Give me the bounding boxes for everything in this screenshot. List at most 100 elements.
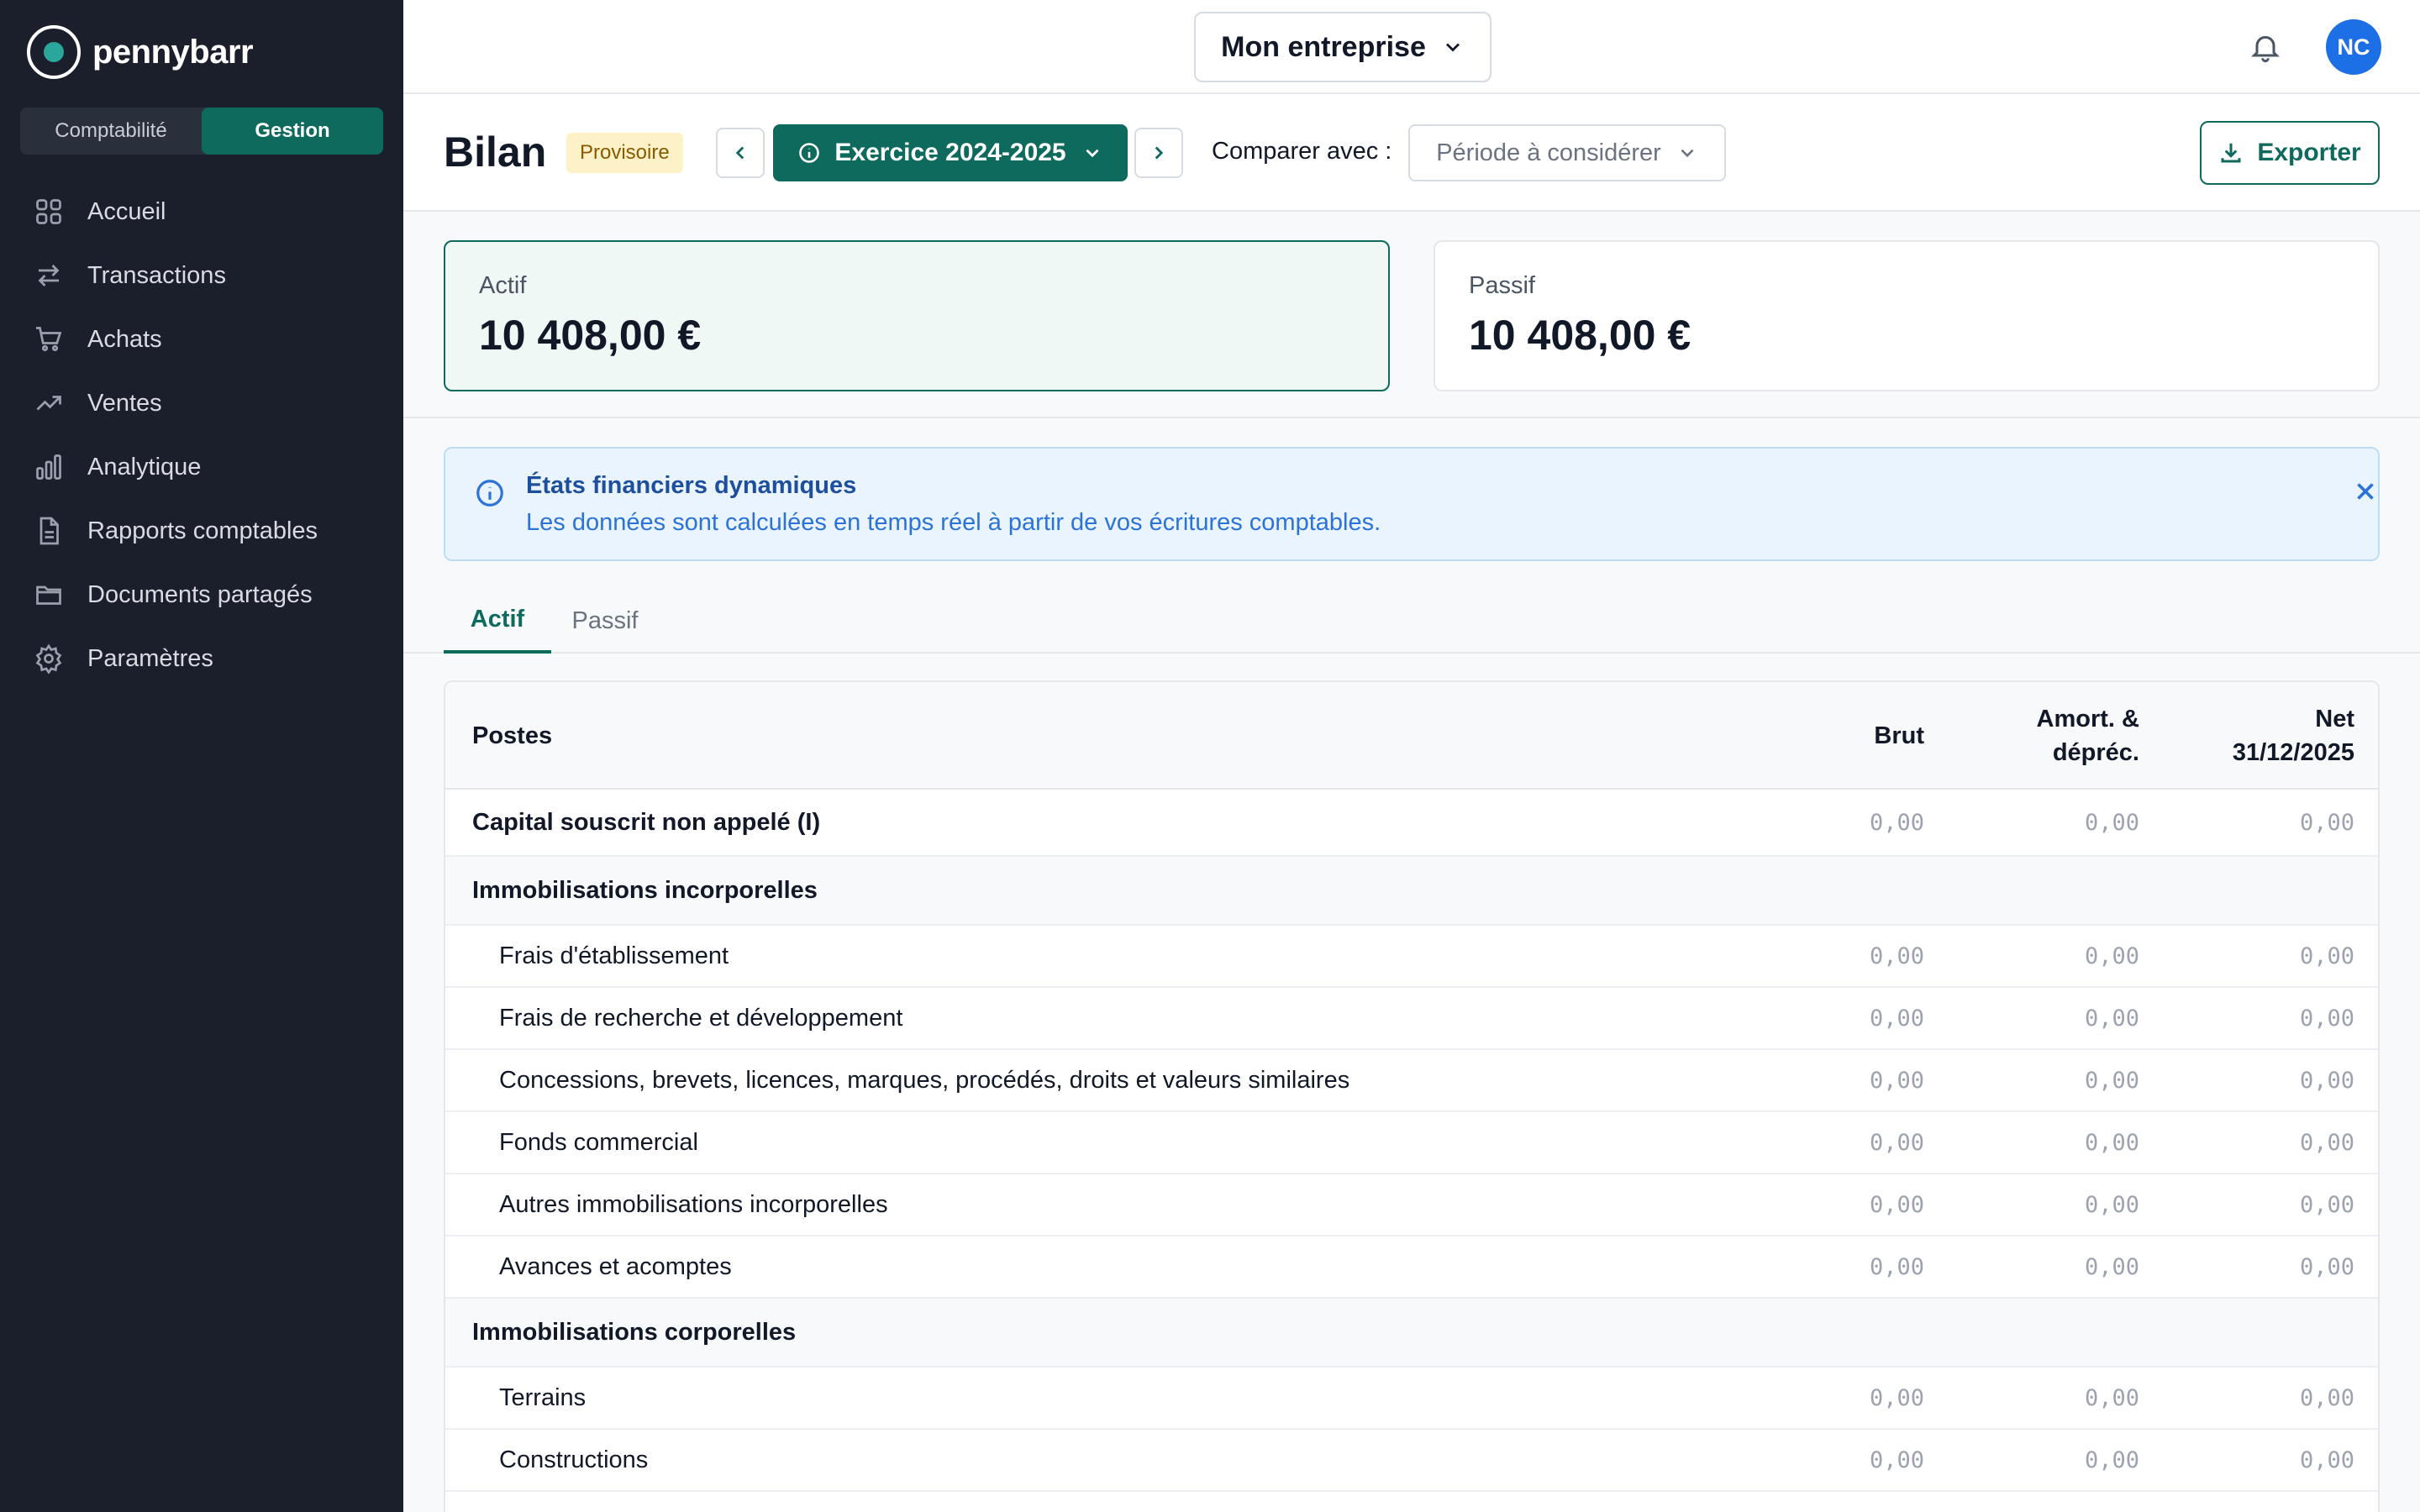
tab-actif[interactable]: Actif — [444, 588, 551, 654]
column-net: Net 31/12/2025 — [2233, 702, 2354, 769]
table-row: Capital souscrit non appelé (I) 0,00 0,00 0… — [445, 790, 2378, 857]
passif-value: 10 408,00 € — [1469, 312, 1691, 359]
logo-icon — [27, 25, 81, 79]
bar-chart-icon — [36, 454, 61, 480]
row-label: Avances et acomptes — [499, 1252, 732, 1280]
compare-label: Comparer avec : — [1212, 138, 1392, 165]
notifications-button[interactable] — [2249, 30, 2282, 64]
row-label: Fonds commercial — [499, 1128, 698, 1156]
exercise-selector[interactable]: Exercice 2024-2025 — [773, 124, 1128, 181]
brand-name: pennybarr — [92, 33, 254, 71]
column-net-line1: Net — [2315, 706, 2354, 732]
sidebar-item-accueil[interactable]: Accueil — [34, 180, 318, 244]
sidebar-item-label: Achats — [87, 325, 162, 353]
brand-logo[interactable]: pennybarr — [27, 25, 254, 79]
export-label: Exporter — [2257, 139, 2361, 166]
grid-icon — [36, 199, 61, 224]
table-row: Avances et acomptes 0,00 0,00 0,00 — [445, 1236, 2378, 1299]
info-banner-title: États financiers dynamiques — [526, 472, 857, 499]
table-body: Capital souscrit non appelé (I) 0,00 0,00 0… — [445, 790, 2378, 1492]
page-header: Bilan Provisoire Exercice 2024-2025 Comp… — [403, 94, 2420, 212]
main-content: Actif 10 408,00 € Passif 10 408,00 € Éta… — [403, 212, 2420, 1512]
cart-icon — [36, 327, 62, 352]
row-label: Terrains — [499, 1383, 587, 1411]
sidebar-item-label: Transactions — [87, 261, 226, 289]
chevron-left-icon — [735, 146, 744, 160]
folder-icon — [36, 585, 61, 605]
tab-passif[interactable]: Passif — [556, 588, 654, 654]
chevron-down-icon — [1445, 43, 1460, 52]
sidebar-item-label: Rapports comptables — [87, 517, 318, 544]
gear-icon — [35, 643, 62, 674]
cell-brut: 0,00 — [1869, 1253, 1924, 1280]
cell-amort: 0,00 — [2084, 942, 2139, 969]
chevron-down-icon — [1681, 149, 1694, 158]
export-button[interactable]: Exporter — [2200, 121, 2380, 185]
info-banner-text: Les données sont calculées en temps réel… — [526, 509, 1381, 536]
cell-brut: 0,00 — [1869, 1446, 1924, 1473]
column-amort-line1: Amort. & — [2036, 706, 2139, 732]
sidebar: pennybarr Comptabilité Gestion Accueil T… — [0, 0, 403, 1512]
sidebar-item-documents[interactable]: Documents partagés — [34, 563, 318, 627]
sidebar-item-rapports[interactable]: Rapports comptables — [34, 499, 318, 563]
download-icon — [2221, 143, 2241, 163]
row-label: Frais d'établissement — [499, 942, 729, 969]
cell-net: 0,00 — [2299, 1129, 2354, 1156]
table-row: Fonds commercial 0,00 0,00 0,00 — [445, 1112, 2378, 1174]
column-postes: Postes — [472, 722, 553, 749]
sidebar-nav: Accueil Transactions Achats Ventes Analy… — [34, 180, 318, 690]
status-badge: Provisoire — [566, 133, 683, 173]
info-banner: États financiers dynamiques Les données … — [444, 447, 2380, 561]
document-icon — [39, 517, 59, 545]
avatar[interactable]: NC — [2326, 19, 2381, 75]
mode-switch: Comptabilité Gestion — [20, 108, 383, 155]
table-row: Constructions 0,00 0,00 0,00 — [445, 1430, 2378, 1492]
cell-amort: 0,00 — [2084, 809, 2139, 836]
mode-comptabilite[interactable]: Comptabilité — [20, 108, 202, 155]
table-row: Autres immobilisations incorporelles 0,00… — [445, 1174, 2378, 1236]
next-period-button[interactable] — [1134, 128, 1183, 178]
cell-net: 0,00 — [2299, 1446, 2354, 1473]
divider — [403, 417, 2420, 418]
passif-label: Passif — [1469, 272, 1535, 299]
sidebar-item-analytique[interactable]: Analytique — [34, 435, 318, 499]
sidebar-item-parametres[interactable]: Paramètres — [34, 627, 318, 690]
mode-gestion[interactable]: Gestion — [202, 108, 383, 155]
sidebar-item-ventes[interactable]: Ventes — [34, 371, 318, 435]
table-row: Concessions, brevets, licences, marques,… — [445, 1050, 2378, 1112]
sidebar-item-transactions[interactable]: Transactions — [34, 244, 318, 307]
bilan-table: Postes Brut Amort. & dépréc. Net 31/12/2… — [444, 680, 2380, 1512]
cell-brut: 0,00 — [1869, 1129, 1924, 1156]
cell-net: 0,00 — [2299, 809, 2354, 836]
table-row: Frais de recherche et développement 0,00 0… — [445, 988, 2378, 1050]
compare-period-select[interactable]: Période à considérer — [1408, 124, 1726, 181]
sidebar-item-label: Ventes — [87, 389, 162, 417]
cell-amort: 0,00 — [2084, 1005, 2139, 1032]
close-icon — [2357, 483, 2374, 500]
cell-brut: 0,00 — [1869, 1005, 1924, 1032]
cell-brut: 0,00 — [1869, 942, 1924, 969]
cell-net: 0,00 — [2299, 1005, 2354, 1032]
exercise-label: Exercice 2024-2025 — [834, 139, 1066, 166]
column-brut: Brut — [1874, 722, 1924, 749]
row-label: Concessions, brevets, licences, marques,… — [499, 1066, 1350, 1094]
passif-summary-card[interactable]: Passif 10 408,00 € — [1434, 240, 2380, 391]
bilan-tabs: Actif Passif — [403, 588, 2420, 654]
table-row: Terrains 0,00 0,00 0,00 — [445, 1368, 2378, 1430]
row-label: Immobilisations corporelles — [472, 1318, 797, 1346]
actif-summary-card[interactable]: Actif 10 408,00 € — [444, 240, 1390, 391]
bell-icon — [2251, 35, 2280, 63]
table-section-row: Immobilisations corporelles — [445, 1299, 2378, 1368]
cell-amort: 0,00 — [2084, 1067, 2139, 1094]
chevron-right-icon — [1155, 146, 1164, 160]
sidebar-item-label: Accueil — [87, 197, 166, 225]
row-label: Constructions — [499, 1446, 649, 1473]
close-banner-button[interactable] — [2351, 477, 2380, 506]
company-selector[interactable]: Mon entreprise — [1194, 12, 1491, 82]
cell-amort: 0,00 — [2084, 1253, 2139, 1280]
row-label: Capital souscrit non appelé (I) — [472, 808, 821, 836]
cell-net: 0,00 — [2299, 1067, 2354, 1094]
sidebar-item-label: Analytique — [87, 453, 202, 480]
previous-period-button[interactable] — [716, 128, 765, 178]
sidebar-item-achats[interactable]: Achats — [34, 307, 318, 371]
